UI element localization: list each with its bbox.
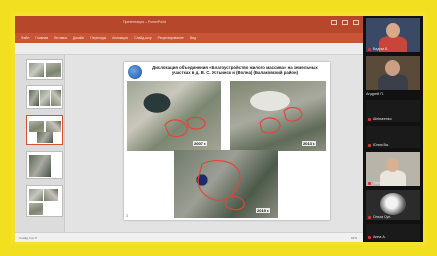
maximize-icon[interactable]	[342, 20, 348, 25]
slide-thumbnail-panel: 1 2 3 4 5	[15, 55, 65, 232]
mic-muted-icon	[368, 48, 371, 51]
participant-tile[interactable]: Юлия Ва.	[366, 126, 420, 148]
tab-design[interactable]: Дизайн	[73, 36, 84, 40]
mic-muted-icon	[368, 182, 371, 185]
slide-thumbnail-2[interactable]: 2	[26, 85, 63, 109]
tab-insert[interactable]: Вставка	[54, 36, 67, 40]
participant-avatar	[380, 193, 406, 215]
window-title: Презентация – PowerPoint	[123, 20, 166, 24]
zoom-level[interactable]: 62%	[351, 236, 357, 240]
participant-name: Юлия Ва.	[373, 143, 389, 147]
participant-tile[interactable]	[366, 56, 420, 90]
current-slide[interactable]: Дислокация объединения «Благоустройство …	[124, 62, 330, 220]
mic-muted-icon	[368, 118, 371, 121]
tab-file[interactable]: Файл	[21, 36, 29, 40]
participant-tile[interactable]: Ольга Суп.	[366, 190, 420, 220]
participant-tile[interactable]: Вадим Б.	[366, 18, 420, 52]
participant-body	[378, 74, 408, 90]
slide-thumbnail-1[interactable]: 1	[26, 59, 63, 80]
participant-name: Alekseenko	[373, 117, 392, 121]
participant-name: Анна А.	[373, 235, 386, 239]
slide-thumbnail-4[interactable]: 4	[26, 151, 63, 179]
ribbon-tabs: Файл Главная Вставка Дизайн Переходы Ани…	[15, 33, 363, 43]
participant-tile[interactable]: Татьяна К.	[366, 152, 420, 186]
close-icon[interactable]	[353, 20, 359, 25]
satellite-photo-2013: 2013 г.	[230, 81, 326, 151]
window-controls	[331, 20, 359, 25]
participant-face	[385, 60, 400, 76]
video-call-window: Презентация – PowerPoint Файл Главная Вс…	[15, 16, 423, 242]
ppt-titlebar: Презентация – PowerPoint	[15, 16, 363, 33]
participants-strip: Вадим Б. Андрей П. Alekseenko Юлия Ва. Т…	[363, 16, 423, 242]
satellite-photo-2007: 2007 г.	[127, 81, 221, 151]
slide-editing-area: Дислокация объединения «Благоустройство …	[66, 55, 363, 232]
year-label-2019: 2019 г.	[256, 208, 271, 213]
slide-counter: Слайд 3 из 5	[19, 236, 37, 240]
year-label-2013: 2013 г.	[302, 141, 317, 146]
satellite-photo-2019: 2019 г.	[174, 150, 278, 218]
tab-transitions[interactable]: Переходы	[90, 36, 106, 40]
tab-slideshow[interactable]: Слайд-шоу	[134, 36, 152, 40]
participant-face	[386, 158, 399, 172]
participant-tile[interactable]: Анна А.	[366, 224, 420, 240]
shared-screen-powerpoint: Презентация – PowerPoint Файл Главная Вс…	[15, 16, 363, 242]
participant-tile[interactable]: Alekseenko	[366, 100, 420, 122]
year-label-2007: 2007 г.	[193, 141, 208, 146]
participant-name: Андрей П.	[366, 92, 385, 96]
participant-name: Вадим Б.	[373, 47, 389, 51]
minimize-icon[interactable]	[331, 20, 337, 25]
mic-muted-icon	[368, 144, 371, 147]
mic-muted-icon	[368, 216, 371, 219]
emblem-icon	[128, 65, 142, 79]
slide-title: Дислокация объединения «Благоустройство …	[152, 65, 318, 76]
participant-name: Ольга Суп.	[373, 215, 392, 219]
ribbon-toolbar[interactable]	[15, 43, 363, 55]
tab-animations[interactable]: Анимация	[112, 36, 128, 40]
participant-face	[386, 23, 400, 38]
mic-muted-icon	[368, 236, 371, 239]
status-bar: Слайд 3 из 5 62%	[15, 232, 363, 242]
tab-view[interactable]: Вид	[190, 36, 196, 40]
slide-thumbnail-5[interactable]: 5	[26, 185, 63, 217]
slide-thumbnail-3-selected[interactable]: 3	[26, 115, 63, 145]
participant-name: Татьяна К.	[373, 181, 391, 185]
slide-page-number: 3	[126, 214, 128, 218]
tab-review[interactable]: Рецензирование	[158, 36, 184, 40]
tab-home[interactable]: Главная	[35, 36, 48, 40]
